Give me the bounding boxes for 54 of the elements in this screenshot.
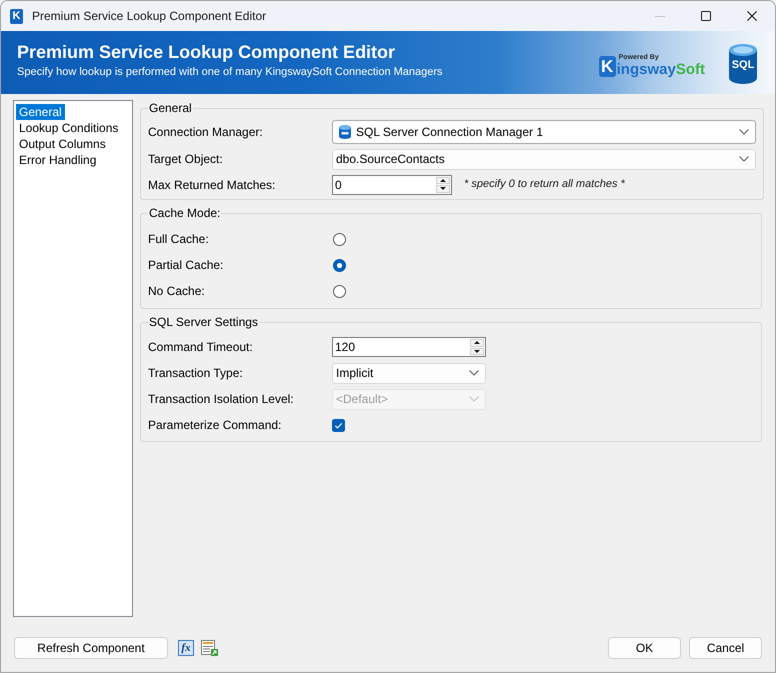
form-label: Transaction Isolation Level: — [148, 392, 295, 406]
close-icon[interactable] — [747, 11, 757, 21]
number-field[interactable]: 120 — [332, 337, 486, 357]
checkbox[interactable] — [332, 418, 345, 432]
triangle-down-icon — [474, 350, 480, 353]
logo-letter-tile: K — [598, 56, 616, 77]
refresh-button[interactable]: Refresh Component — [14, 637, 168, 659]
hint-text: * specify 0 to return all matches * — [464, 178, 625, 191]
window-title: Premium Service Lookup Component Editor — [32, 8, 266, 25]
spin-down-button[interactable] — [470, 348, 484, 355]
dropdown[interactable]: Implicit — [332, 362, 486, 384]
form-label: Full Cache: — [148, 232, 210, 246]
form-label: Command Timeout: — [148, 340, 254, 354]
nav-item[interactable]: General — [16, 104, 65, 120]
form-label: No Cache: — [148, 284, 206, 298]
form-label: Parameterize Command: — [148, 418, 282, 432]
database-icon — [339, 125, 351, 139]
chevron-down-icon — [469, 396, 479, 402]
logo-wordmark: ingswaySoft — [616, 62, 705, 77]
form-label: Max Returned Matches: — [148, 178, 276, 192]
triangle-down-icon — [440, 187, 446, 190]
number-field[interactable]: 0 — [332, 174, 452, 194]
maximize-icon[interactable] — [701, 11, 711, 21]
nav-item[interactable]: Lookup Conditions — [16, 120, 122, 136]
triangle-up-icon — [474, 341, 480, 344]
radio-button[interactable] — [333, 258, 346, 272]
dropdown: <Default> — [332, 388, 486, 410]
table-icon[interactable] — [201, 640, 218, 656]
chevron-down-icon — [739, 129, 749, 135]
cancel-button[interactable]: Cancel — [689, 637, 762, 659]
radio-button[interactable] — [333, 284, 346, 298]
group-title: Cache Mode: — [148, 206, 222, 220]
expression-button[interactable]: fx — [178, 640, 194, 656]
dropdown[interactable]: SQL Server Connection Manager 1 — [332, 120, 756, 144]
form-label: Partial Cache: — [148, 258, 224, 272]
spin-down-button[interactable] — [436, 185, 450, 192]
header-subtitle: Specify how lookup is performed with one of many KingswaySoft Connection Managers — [17, 65, 443, 79]
form-label: Connection Manager: — [148, 125, 264, 139]
nav-item[interactable]: Output Columns — [16, 136, 109, 152]
nav-item[interactable]: Error Handling — [16, 152, 100, 168]
chevron-down-icon — [739, 156, 749, 162]
ok-button[interactable]: OK — [608, 637, 681, 659]
spin-up-button[interactable] — [436, 176, 450, 184]
radio-button[interactable] — [333, 232, 346, 246]
dropdown[interactable]: dbo.SourceContacts — [332, 148, 756, 170]
form-label: Transaction Type: — [148, 366, 244, 380]
triangle-up-icon — [440, 178, 446, 182]
app-icon: K — [10, 8, 23, 24]
group-title: SQL Server Settings — [148, 315, 259, 329]
spin-up-button[interactable] — [470, 339, 484, 346]
header-title: Premium Service Lookup Component Editor — [17, 41, 396, 63]
form-label: Target Object: — [148, 152, 224, 166]
chevron-down-icon — [469, 370, 479, 376]
group-title: General — [148, 101, 193, 115]
